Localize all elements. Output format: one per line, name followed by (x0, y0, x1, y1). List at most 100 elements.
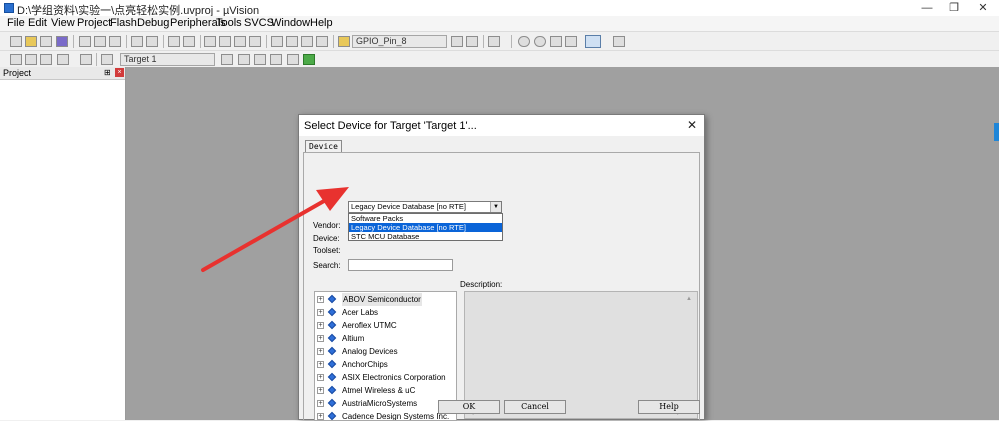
ok-button[interactable]: OK (438, 400, 500, 414)
stop-build-icon[interactable] (101, 54, 113, 65)
debug-start-icon[interactable] (518, 36, 530, 47)
list-item[interactable]: + AustriaMicroSystems (317, 397, 445, 410)
vendor-name: ASIX Electronics Corporation (342, 373, 446, 382)
rebuild-icon[interactable] (40, 54, 52, 65)
breakpoint-kill-icon[interactable] (565, 36, 577, 47)
close-window-button[interactable]: ✕ (970, 0, 996, 16)
redo-icon[interactable] (146, 36, 158, 47)
undo-icon[interactable] (131, 36, 143, 47)
menu-window[interactable]: Window (271, 17, 310, 30)
menu-flash[interactable]: Flash (110, 17, 137, 30)
title-bar: D:\学组资料\实验一\点亮轻松实例.uvproj - µVision — ❐ … (0, 0, 999, 17)
build-icon[interactable] (25, 54, 37, 65)
project-panel: Project ⊞ × (0, 67, 126, 420)
bookmark-clear-icon[interactable] (249, 36, 261, 47)
menu-project[interactable]: Project (77, 17, 111, 30)
open-folder-icon[interactable] (25, 36, 37, 47)
breakpoint-icon[interactable] (534, 36, 546, 47)
unindent-icon[interactable] (286, 36, 298, 47)
vendor-tree-list[interactable]: + ABOV Semiconductor + Acer Labs + Aerof… (314, 291, 457, 421)
option-legacy-device-database[interactable]: Legacy Device Database [no RTE] (349, 223, 502, 232)
select-pack-icon[interactable] (270, 54, 282, 65)
target-combo[interactable]: Target 1 (120, 53, 215, 66)
save-icon[interactable] (40, 36, 52, 47)
description-label: Description: (460, 280, 503, 289)
bookmark-toggle-icon[interactable] (204, 36, 216, 47)
run-time-environment-icon[interactable] (303, 54, 315, 65)
manage-components-icon[interactable] (254, 54, 266, 65)
chevron-down-icon[interactable]: ▼ (490, 202, 501, 212)
save-all-icon[interactable] (56, 36, 68, 47)
option-stc-mcu-database[interactable]: STC MCU Database (349, 232, 502, 241)
find-icon[interactable] (451, 36, 463, 47)
expand-icon[interactable]: + (317, 400, 324, 407)
new-file-icon[interactable] (10, 36, 22, 47)
database-select[interactable]: Legacy Device Database [no RTE] ▼ (348, 201, 502, 213)
list-item[interactable]: + Analog Devices (317, 345, 445, 358)
list-item[interactable]: + AnchorChips (317, 358, 445, 371)
vendor-name: Analog Devices (342, 347, 398, 356)
download-icon[interactable] (80, 54, 92, 65)
breakpoint-disable-icon[interactable] (550, 36, 562, 47)
file-extensions-icon[interactable] (238, 54, 250, 65)
option-software-packs[interactable]: Software Packs (349, 214, 502, 223)
list-item[interactable]: + Altium (317, 332, 445, 345)
target-options-icon[interactable] (221, 54, 233, 65)
uncomment-icon[interactable] (316, 36, 328, 47)
list-item[interactable]: + Acer Labs (317, 306, 445, 319)
menu-edit[interactable]: Edit (28, 17, 47, 30)
dialog-title: Select Device for Target 'Target 1'... (304, 120, 477, 132)
nav-back-icon[interactable] (168, 36, 180, 47)
menu-help[interactable]: Help (310, 17, 333, 30)
search-input[interactable] (348, 259, 453, 271)
bookmark-next-icon[interactable] (234, 36, 246, 47)
cut-icon[interactable] (79, 36, 91, 47)
configure-icon[interactable] (613, 36, 625, 47)
list-item[interactable]: + Aeroflex UTMC (317, 319, 445, 332)
list-item[interactable]: + ASIX Electronics Corporation (317, 371, 446, 384)
translate-icon[interactable] (10, 54, 22, 65)
restore-button[interactable]: ❐ (941, 0, 967, 16)
list-item[interactable]: + Cadence Design Systems Inc. (317, 410, 449, 420)
panel-close-icon[interactable]: × (115, 68, 124, 77)
expand-icon[interactable]: + (317, 374, 324, 381)
help-button[interactable]: Help (638, 400, 700, 414)
incremental-find-icon[interactable] (466, 36, 478, 47)
cancel-button[interactable]: Cancel (504, 400, 566, 414)
batch-build-icon[interactable] (57, 54, 69, 65)
find-combo[interactable]: GPIO_Pin_8 (352, 35, 447, 48)
menu-svcs[interactable]: SVCS (244, 17, 274, 30)
find-in-files-icon[interactable] (338, 36, 350, 47)
expand-icon[interactable]: + (317, 361, 324, 368)
nav-forward-icon[interactable] (183, 36, 195, 47)
toolset-label: Toolset: (313, 246, 341, 255)
expand-icon[interactable]: + (317, 322, 324, 329)
indent-icon[interactable] (271, 36, 283, 47)
dialog-close-icon[interactable]: ✕ (684, 118, 700, 132)
menu-tools[interactable]: Tools (216, 17, 242, 30)
pack-installer-icon[interactable] (287, 54, 299, 65)
expand-icon[interactable]: + (317, 348, 324, 355)
list-item[interactable]: + ABOV Semiconductor (317, 293, 445, 306)
menu-view[interactable]: View (51, 17, 75, 30)
window-layout-icon[interactable] (585, 35, 601, 48)
expand-icon[interactable]: + (317, 413, 324, 420)
bookmark-prev-icon[interactable] (219, 36, 231, 47)
side-tab-indicator[interactable] (994, 123, 999, 141)
expand-icon[interactable]: + (317, 309, 324, 316)
expand-icon[interactable]: + (317, 387, 324, 394)
comment-icon[interactable] (301, 36, 313, 47)
menu-file[interactable]: File (7, 17, 25, 30)
vendor-diamond-icon (327, 294, 337, 304)
copy-icon[interactable] (94, 36, 106, 47)
list-item[interactable]: + Atmel Wireless & uC (317, 384, 445, 397)
pin-icon[interactable]: ⊞ (104, 68, 111, 78)
expand-icon[interactable]: + (317, 296, 324, 303)
zoom-icon[interactable] (488, 36, 500, 47)
minimize-button[interactable]: — (914, 0, 940, 16)
paste-icon[interactable] (109, 36, 121, 47)
menu-debug[interactable]: Debug (137, 17, 169, 30)
select-device-dialog: Select Device for Target 'Target 1'... ✕… (298, 114, 705, 421)
vendor-name: Cadence Design Systems Inc. (342, 412, 450, 421)
expand-icon[interactable]: + (317, 335, 324, 342)
